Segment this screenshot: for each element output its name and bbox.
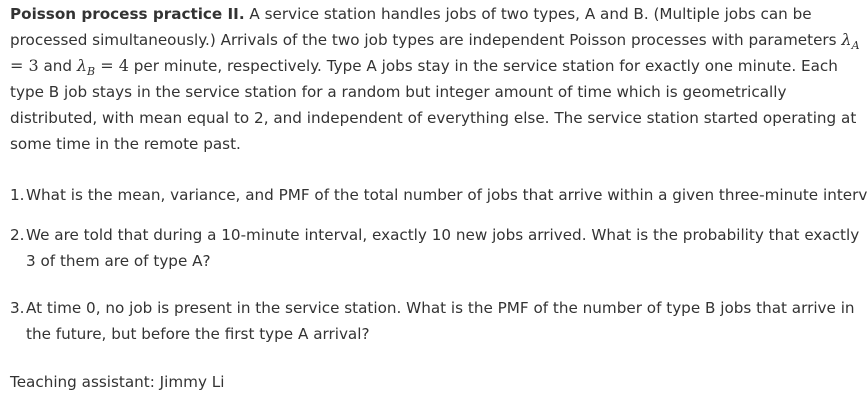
question-item: 1. What is the mean, variance, and PMF o… xyxy=(10,182,868,208)
question-text: What is the mean, variance, and PMF of t… xyxy=(26,186,868,204)
problem-statement: Poisson process practice II. A service s… xyxy=(10,0,862,157)
lambda-b-symbol: λ xyxy=(76,56,88,75)
question-item: 3. At time 0, no job is present in the s… xyxy=(10,295,866,347)
intro-and: and xyxy=(38,57,73,75)
question-text: We are told that during a 10-minute inte… xyxy=(26,226,860,270)
question-number: 2. xyxy=(10,226,25,244)
lambda-a-value: = 3 xyxy=(10,56,39,75)
intro-text-part2: per minute, respectively. Type A jobs st… xyxy=(10,57,857,153)
problem-page: Poisson process practice II. A service s… xyxy=(0,0,868,406)
question-list: 1. What is the mean, variance, and PMF o… xyxy=(10,182,868,347)
lambda-b-value: = 4 xyxy=(95,56,129,75)
problem-title: Poisson process practice II. xyxy=(10,5,245,23)
question-number: 3. xyxy=(10,299,25,317)
lambda-a-symbol: λ xyxy=(841,30,852,49)
lambda-b-subscript: B xyxy=(87,65,96,78)
question-item: 2. We are told that during a 10-minute i… xyxy=(10,222,866,274)
teaching-assistant-credit: Teaching assistant: Jimmy Li xyxy=(10,373,225,391)
lambda-a-subscript: A xyxy=(851,39,860,52)
question-number: 1. xyxy=(10,186,25,204)
question-text: At time 0, no job is present in the serv… xyxy=(26,299,855,343)
lambda-b-expression: λB = 4 xyxy=(76,56,129,78)
